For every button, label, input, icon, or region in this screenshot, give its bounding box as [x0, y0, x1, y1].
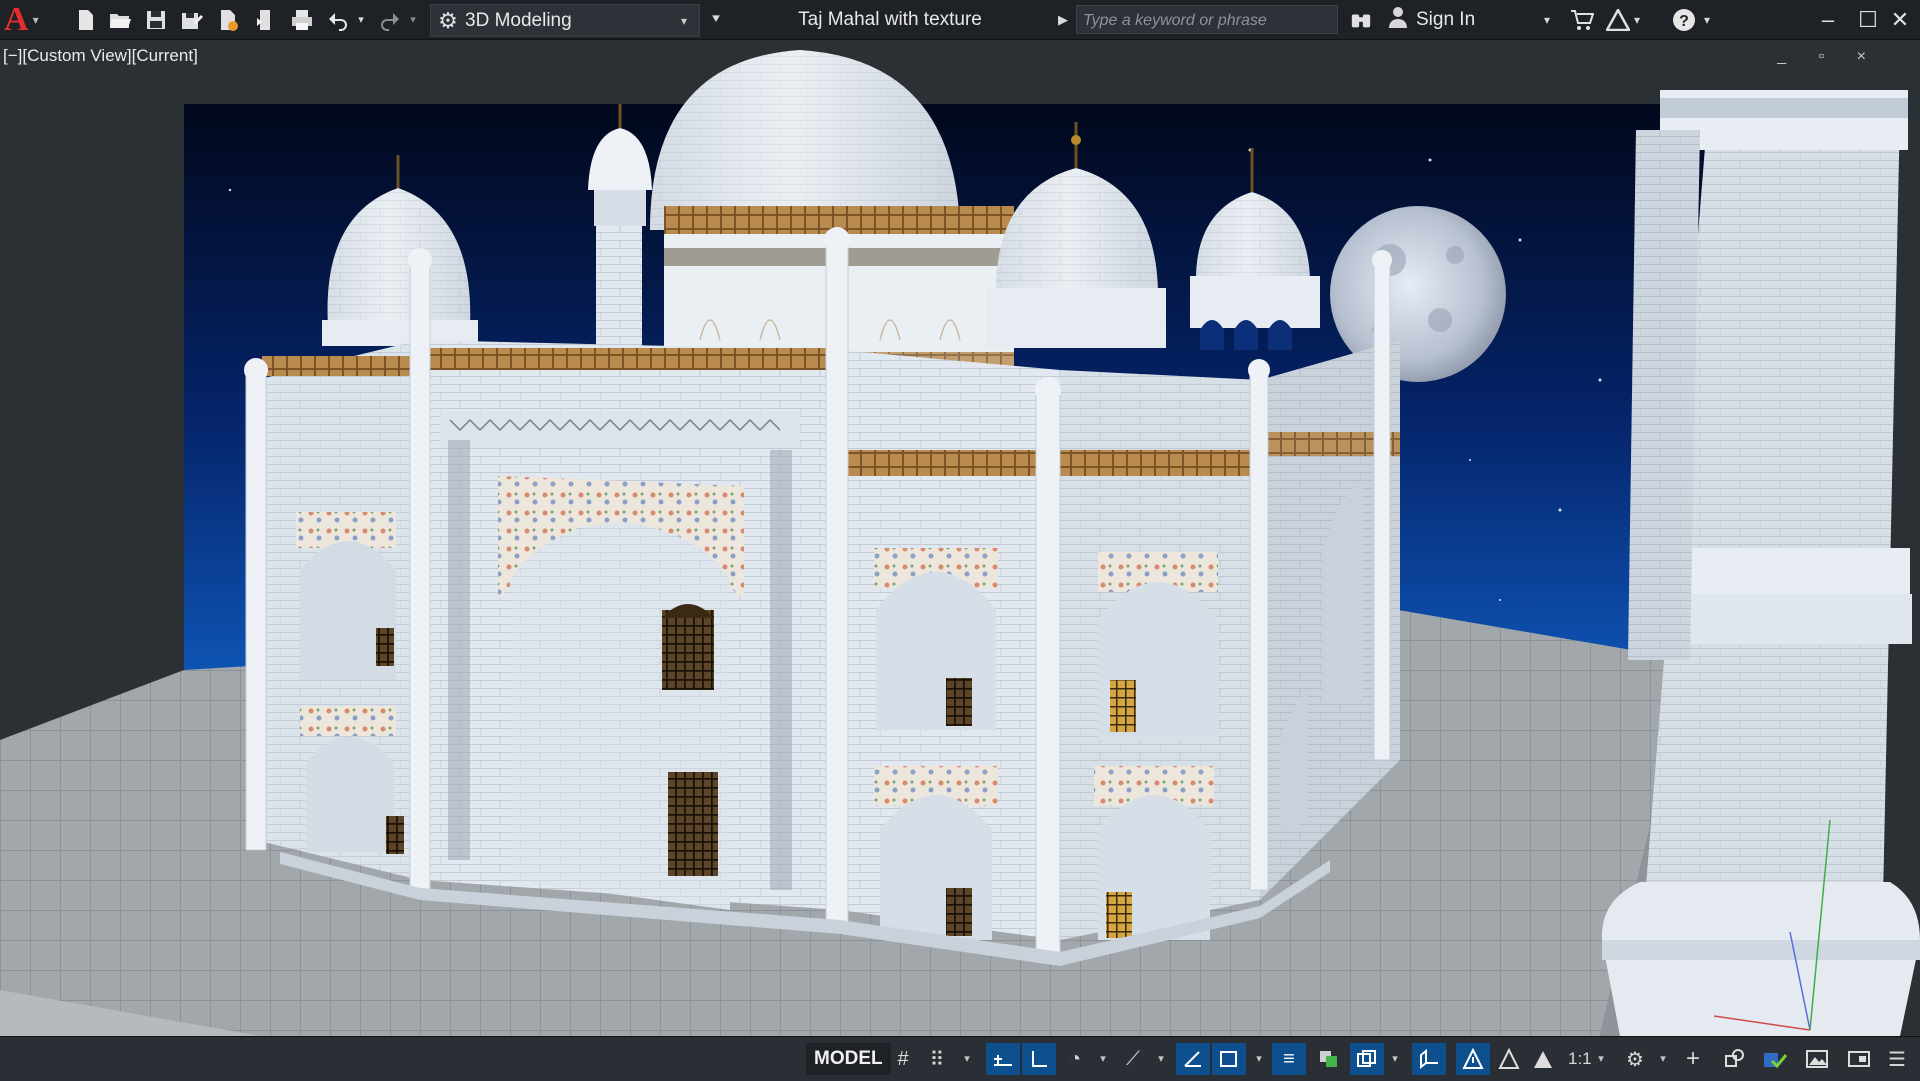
isolate-objects-icon[interactable]	[1718, 1043, 1752, 1075]
open-icon[interactable]	[104, 0, 136, 39]
plot-icon[interactable]	[286, 0, 318, 39]
scale-dropdown-icon[interactable]: ▾	[1594, 1043, 1608, 1075]
object-snap-icon[interactable]	[1212, 1043, 1246, 1075]
annotation-monitor-icon[interactable]: +	[1676, 1043, 1710, 1075]
search-input[interactable]: Type a keyword or phrase	[1076, 5, 1338, 34]
gear-icon: ⚙	[438, 7, 458, 33]
workspace-switching-dropdown-icon[interactable]: ▾	[1656, 1043, 1670, 1075]
snap-mode-icon[interactable]: ⠿	[920, 1043, 954, 1075]
ortho-mode-icon[interactable]	[1022, 1043, 1056, 1075]
customize-quick-access-icon[interactable]: ⯆	[700, 0, 732, 39]
binoculars-icon[interactable]	[1350, 0, 1372, 39]
chevron-down-icon: ▾	[681, 13, 688, 28]
transparency-icon[interactable]	[1312, 1043, 1346, 1075]
polar-dropdown-icon[interactable]: ▾	[1096, 1043, 1110, 1075]
isometric-drafting-icon[interactable]: ⟋	[1116, 1043, 1150, 1075]
model-space-button[interactable]: MODEL	[806, 1043, 891, 1075]
annotation-scale-icon[interactable]	[1526, 1043, 1560, 1075]
close-window-icon[interactable]: ✕	[1880, 0, 1920, 39]
infer-constraints-icon[interactable]	[986, 1043, 1020, 1075]
save-icon[interactable]	[140, 0, 172, 39]
user-icon	[1388, 6, 1408, 34]
help-dropdown-icon[interactable]: ▾	[1704, 0, 1710, 39]
annotation-scale-value[interactable]: 1:1	[1568, 1043, 1592, 1075]
autocad-logo-icon: A	[4, 1, 29, 38]
object-snap-dropdown-icon[interactable]: ▾	[1252, 1043, 1266, 1075]
polar-tracking-icon[interactable]: ◔	[1058, 1043, 1092, 1075]
redo-dropdown-icon[interactable]: ▾	[404, 0, 422, 39]
save-to-web-icon[interactable]	[250, 0, 282, 39]
title-bar: A ▾ ▾ ▾ ⚙ 3D Modeling ▾ ⯆ Taj Mahal with…	[0, 0, 1920, 69]
clean-screen-icon[interactable]	[1800, 1043, 1834, 1075]
chevron-down-icon: ▾	[32, 12, 39, 27]
account-dropdown-icon[interactable]: ▾	[1544, 0, 1550, 39]
annotation-visibility-icon[interactable]	[1456, 1043, 1490, 1075]
autodesk-app-store-icon[interactable]	[1606, 0, 1630, 39]
application-menu-button[interactable]: A ▾	[0, 0, 60, 39]
rendered-3d-model	[0, 40, 1920, 1036]
sign-in-label: Sign In	[1416, 8, 1476, 30]
undo-dropdown-icon[interactable]: ▾	[352, 0, 370, 39]
viewport-window-controls[interactable]: _ ▫ ×	[1777, 48, 1880, 66]
svg-text:?: ?	[1679, 13, 1689, 30]
snap-dropdown-icon[interactable]: ▾	[960, 1043, 974, 1075]
status-bar: MODEL # ⠿ ▾ ◔ ▾ ⟋ ▾ ▾ ≡ ▾ 1:1 ▾ ⚙ ▾ + ☰	[0, 1036, 1920, 1081]
workspace-switching-gear-icon[interactable]: ⚙	[1618, 1043, 1652, 1075]
drawing-viewport[interactable]: [−][Custom View][Current] _ ▫ ×	[0, 40, 1920, 1036]
minimize-window-icon[interactable]: –	[1808, 0, 1848, 39]
expand-arrow-icon[interactable]: ▶	[1058, 0, 1068, 39]
workspace-selector[interactable]: ⚙ 3D Modeling ▾	[430, 4, 700, 37]
help-icon[interactable]: ?	[1672, 0, 1696, 39]
minaret	[1601, 90, 1920, 1036]
app-store-dropdown-icon[interactable]: ▾	[1634, 0, 1640, 39]
isometric-dropdown-icon[interactable]: ▾	[1154, 1043, 1168, 1075]
undo-icon[interactable]	[322, 0, 354, 39]
open-from-web-icon[interactable]	[212, 0, 244, 39]
object-snap-tracking-icon[interactable]	[1176, 1043, 1210, 1075]
cart-icon[interactable]	[1570, 0, 1594, 39]
selection-dropdown-icon[interactable]: ▾	[1388, 1043, 1402, 1075]
hardware-acceleration-icon[interactable]	[1758, 1043, 1792, 1075]
new-icon[interactable]	[70, 0, 102, 39]
redo-icon[interactable]	[374, 0, 406, 39]
customization-menu-icon[interactable]: ☰	[1880, 1043, 1914, 1075]
graphics-performance-icon[interactable]	[1842, 1043, 1876, 1075]
workspace-label: 3D Modeling	[465, 9, 572, 31]
grid-display-icon[interactable]: #	[886, 1043, 920, 1075]
viewport-controls-label[interactable]: [−][Custom View][Current]	[3, 46, 198, 66]
sign-in-button[interactable]: Sign In	[1388, 0, 1475, 39]
auto-scale-icon[interactable]	[1492, 1043, 1526, 1075]
lineweight-icon[interactable]: ≡	[1272, 1043, 1306, 1075]
selection-cycling-icon[interactable]	[1350, 1043, 1384, 1075]
3d-object-snap-icon[interactable]	[1412, 1043, 1446, 1075]
save-as-icon[interactable]	[176, 0, 208, 39]
